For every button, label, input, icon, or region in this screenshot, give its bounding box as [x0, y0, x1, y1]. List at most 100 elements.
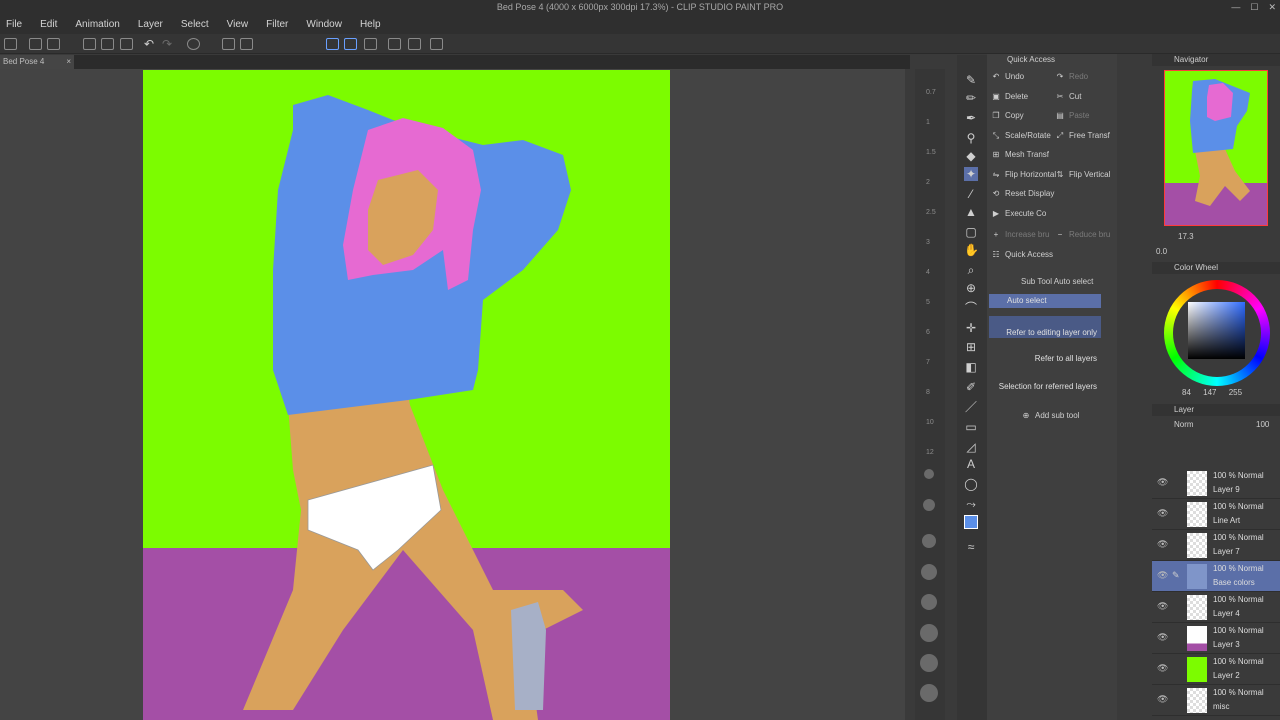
fill-icon[interactable]: [222, 38, 235, 50]
qa-flip-horizontal[interactable]: ⇋ Flip Horizontal: [991, 170, 1057, 179]
visibility-eye-icon[interactable]: 👁: [1157, 539, 1168, 550]
brush-size-mark[interactable]: 12: [926, 449, 934, 456]
menu-help[interactable]: Help: [360, 19, 381, 30]
visibility-eye-icon[interactable]: 👁: [1157, 477, 1168, 488]
menu-file[interactable]: File: [6, 19, 22, 30]
selection-tool-icon[interactable]: ▢: [964, 225, 978, 239]
brush-size-mark[interactable]: 4: [926, 269, 930, 276]
saturation-value-box[interactable]: [1188, 302, 1245, 359]
grid-tool-icon[interactable]: ⊞: [964, 340, 978, 354]
brush-size-dot[interactable]: [924, 469, 934, 479]
blend-mode-select[interactable]: Norm: [1174, 420, 1194, 429]
brush-size-dot[interactable]: [920, 654, 938, 672]
close-tab-icon[interactable]: ×: [66, 55, 71, 69]
qa-scale-rotate[interactable]: ⤡ Scale/Rotate: [991, 131, 1051, 141]
lasso-tool-icon[interactable]: ⌒: [964, 301, 978, 315]
qa-mesh-transform[interactable]: ⊞ Mesh Transf: [991, 150, 1049, 159]
qa-reduce-brush[interactable]: − Reduce bru: [1055, 230, 1111, 239]
brush-size-dot[interactable]: [921, 564, 937, 580]
qa-copy[interactable]: ❐ Copy: [991, 111, 1023, 120]
brush-size-dot[interactable]: [923, 499, 935, 511]
vector-tool-icon[interactable]: ◿: [964, 440, 978, 454]
brush-size-mark[interactable]: 2.5: [926, 209, 936, 216]
qa-increase-brush[interactable]: + Increase bru: [991, 230, 1050, 239]
brush-size-mark[interactable]: 1: [926, 119, 930, 126]
visibility-eye-icon[interactable]: 👁: [1157, 601, 1168, 612]
qa-flip-vertical[interactable]: ⇅ Flip Vertical: [1055, 170, 1111, 179]
eyedropper-tool-icon[interactable]: ⁄: [964, 187, 978, 201]
open-file-icon[interactable]: [47, 38, 60, 50]
close-icon[interactable]: ✕: [1268, 0, 1276, 14]
transform-icon[interactable]: [240, 38, 253, 50]
brush-size-dot[interactable]: [921, 594, 937, 610]
qa-delete[interactable]: ▣ Delete: [991, 92, 1028, 101]
phone-icon[interactable]: [430, 38, 443, 50]
visibility-eye-icon[interactable]: 👁: [1157, 694, 1168, 705]
brush-size-mark[interactable]: 10: [926, 419, 934, 426]
brush-tool-icon[interactable]: ✒: [964, 111, 978, 125]
menu-layer[interactable]: Layer: [138, 19, 163, 30]
maximize-icon[interactable]: ☐: [1250, 0, 1258, 14]
clear-icon[interactable]: [187, 38, 200, 50]
layer-row[interactable]: 👁 100 % Normal misc: [1152, 685, 1280, 716]
tablet-icon[interactable]: [408, 38, 421, 50]
navigator-preview[interactable]: [1164, 70, 1268, 226]
new-file-icon[interactable]: [29, 38, 42, 50]
qa-cut[interactable]: ✂ Cut: [1055, 92, 1082, 101]
qa-redo[interactable]: ↷ Redo: [1055, 72, 1088, 81]
layer-row[interactable]: 👁 100 % Normal Layer 7: [1152, 530, 1280, 561]
save-as-icon[interactable]: [101, 38, 114, 50]
document-tab[interactable]: Bed Pose 4 ×: [0, 55, 74, 69]
canvas-vertical-scrollbar[interactable]: [905, 69, 915, 720]
pencil-tool-icon[interactable]: ✏: [964, 91, 978, 105]
auto-select-tool-icon[interactable]: ✦: [964, 167, 978, 181]
settings-icon[interactable]: [4, 38, 17, 50]
menu-animation[interactable]: Animation: [75, 19, 119, 30]
pattern-icon[interactable]: ≈: [964, 540, 978, 554]
layer-opacity[interactable]: 100: [1256, 420, 1269, 429]
artwork-canvas[interactable]: [143, 70, 670, 720]
export-icon[interactable]: [120, 38, 133, 50]
qa-undo[interactable]: ↶ Undo: [991, 72, 1024, 81]
pen-settings-icon[interactable]: [364, 38, 377, 50]
layer-row[interactable]: 👁 100 % Normal Layer 2: [1152, 654, 1280, 685]
snap-ruler-icon[interactable]: [326, 38, 339, 50]
qa-execute-command[interactable]: ▶ Execute Co: [991, 209, 1046, 218]
qa-reset-display[interactable]: ⟲ Reset Display: [991, 189, 1055, 198]
menu-view[interactable]: View: [227, 19, 249, 30]
undo-icon[interactable]: ↶: [144, 38, 157, 50]
brush-size-dot[interactable]: [922, 534, 936, 548]
visibility-eye-icon[interactable]: 👁: [1157, 508, 1168, 519]
object-tool-icon[interactable]: ⊕: [964, 281, 978, 295]
redo-icon[interactable]: ↷: [162, 38, 175, 50]
hand-tool-icon[interactable]: ✋: [964, 243, 979, 257]
minimize-icon[interactable]: —: [1231, 0, 1240, 14]
sub-tool-selection-referred[interactable]: Selection for referred layers: [989, 372, 1101, 394]
brush-size-mark[interactable]: 1.5: [926, 149, 936, 156]
brush-size-mark[interactable]: 3: [926, 239, 930, 246]
brush-size-mark[interactable]: 7: [926, 359, 930, 366]
menu-filter[interactable]: Filter: [266, 19, 288, 30]
gradient-tool-icon[interactable]: ◧: [964, 360, 978, 374]
sub-tool-refer-editing-layer[interactable]: Refer to editing layer only: [989, 316, 1101, 338]
brush-size-mark[interactable]: 8: [926, 389, 930, 396]
brush-size-mark[interactable]: 5: [926, 299, 930, 306]
pen-tool-icon[interactable]: ✎: [964, 73, 978, 87]
move-tool-icon[interactable]: ✛: [964, 321, 978, 335]
blend-tool-icon[interactable]: ✐: [964, 380, 978, 394]
correct-line-tool-icon[interactable]: ⤳: [964, 497, 978, 511]
sub-tool-refer-all-layers[interactable]: Refer to all layers: [989, 344, 1101, 366]
layer-row[interactable]: 👁 100 % Normal Line Art: [1152, 499, 1280, 530]
add-sub-tool-button[interactable]: ⊕ Add sub tool: [1021, 411, 1080, 420]
eraser-tool-icon[interactable]: ◆: [964, 149, 978, 163]
airbrush-tool-icon[interactable]: ⚲: [964, 131, 978, 145]
qa-free-transform[interactable]: ⤢ Free Transf: [1055, 131, 1110, 141]
brush-size-mark[interactable]: 6: [926, 329, 930, 336]
navigator-angle-value[interactable]: 0.0: [1156, 247, 1167, 256]
fill-tool-icon[interactable]: ▲: [964, 205, 978, 219]
menu-select[interactable]: Select: [181, 19, 209, 30]
brush-size-dot[interactable]: [920, 684, 938, 702]
frame-tool-icon[interactable]: ▭: [964, 420, 978, 434]
saturation-value[interactable]: 147: [1203, 388, 1216, 397]
brush-size-mark[interactable]: 0.7: [926, 89, 936, 96]
